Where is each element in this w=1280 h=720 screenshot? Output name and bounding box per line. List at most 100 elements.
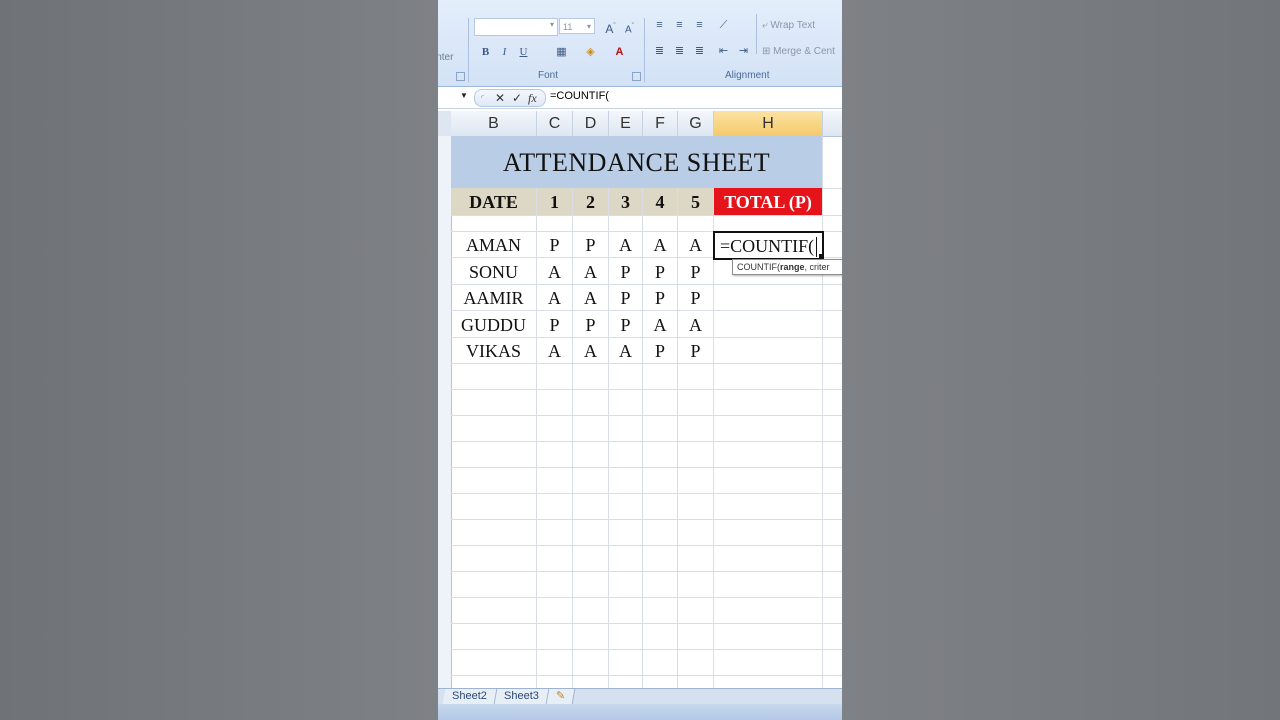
grid-line — [642, 136, 643, 688]
insert-function-icon[interactable]: fx — [528, 90, 537, 106]
status-bar — [438, 704, 842, 720]
attendance-cell[interactable]: A — [678, 311, 713, 337]
clipboard-launcher-icon[interactable] — [456, 72, 465, 81]
attendance-cell[interactable]: P — [678, 258, 713, 284]
formula-input[interactable]: =COUNTIF( — [550, 90, 609, 102]
name-cell[interactable]: VIKAS — [451, 337, 536, 363]
chevron-icon[interactable]: ◜ — [481, 90, 484, 106]
attendance-cell[interactable]: P — [609, 311, 642, 337]
right-backdrop — [842, 0, 1280, 720]
borders-icon[interactable]: ▦ — [552, 44, 571, 61]
attendance-cell[interactable]: P — [573, 311, 608, 337]
align-right-icon[interactable]: ≣ — [690, 43, 709, 60]
align-left-icon[interactable]: ≣ — [650, 43, 669, 60]
column-header-f[interactable]: F — [643, 111, 678, 137]
attendance-cell[interactable]: P — [537, 231, 572, 257]
attendance-cell[interactable]: P — [678, 284, 713, 310]
ribbon: inter ▾ 11 ▾ Aˆ Aˇ B I U ▦ ◈ A Font ≡ ≡ … — [438, 0, 842, 87]
header-day-5[interactable]: 5 — [678, 188, 713, 215]
formula-bar: ▼ ◜ ✕ ✓ fx =COUNTIF( — [438, 87, 842, 109]
attendance-cell[interactable]: A — [609, 337, 642, 363]
insert-sheet-icon[interactable]: ✎ — [546, 689, 576, 704]
chevron-down-icon[interactable]: ▾ — [550, 20, 554, 29]
increase-indent-icon[interactable]: ⇥ — [734, 43, 753, 60]
grid-line — [451, 649, 842, 650]
header-date[interactable]: DATE — [451, 188, 536, 215]
attendance-cell[interactable]: P — [609, 284, 642, 310]
column-header-g[interactable]: G — [678, 111, 714, 137]
bold-button[interactable]: B — [476, 44, 495, 61]
align-top-icon[interactable]: ≡ — [650, 17, 669, 34]
font-color-icon[interactable]: A — [610, 44, 629, 61]
grid-line — [451, 545, 842, 546]
name-cell[interactable]: AMAN — [451, 231, 536, 257]
font-launcher-icon[interactable] — [632, 72, 641, 81]
function-tooltip[interactable]: COUNTIF(range, criter — [732, 259, 842, 275]
column-header-c[interactable]: C — [537, 111, 573, 137]
wrap-text-label: Wrap Text — [770, 20, 816, 31]
group-separator — [468, 18, 469, 82]
attendance-cell[interactable]: A — [537, 258, 572, 284]
align-bottom-icon[interactable]: ≡ — [690, 17, 709, 34]
attendance-cell[interactable]: A — [537, 337, 572, 363]
attendance-cell[interactable]: A — [537, 284, 572, 310]
attendance-cell[interactable]: P — [573, 231, 608, 257]
attendance-cell[interactable]: A — [643, 231, 677, 257]
name-cell[interactable]: SONU — [451, 258, 536, 284]
chevron-down-icon[interactable]: ▾ — [587, 19, 591, 35]
font-size-box[interactable]: 11 ▾ — [559, 18, 595, 34]
align-middle-icon[interactable]: ≡ — [670, 17, 689, 34]
column-header-e[interactable]: E — [609, 111, 643, 137]
grow-font-icon[interactable]: Aˆ — [601, 18, 620, 36]
attendance-cell[interactable]: A — [573, 337, 608, 363]
column-header-d[interactable]: D — [573, 111, 609, 137]
active-cell-h[interactable]: =COUNTIF( — [713, 231, 824, 260]
grid-line — [451, 441, 842, 442]
header-day-1[interactable]: 1 — [537, 188, 572, 215]
header-day-3[interactable]: 3 — [609, 188, 642, 215]
fill-color-icon[interactable]: ◈ — [581, 44, 600, 61]
column-header-i[interactable] — [823, 111, 842, 137]
attendance-cell[interactable]: A — [573, 284, 608, 310]
attendance-cell[interactable]: P — [537, 311, 572, 337]
merge-center-button[interactable]: ⊞ Merge & Cent — [762, 46, 835, 57]
grid-line — [451, 623, 842, 624]
attendance-cell[interactable]: A — [643, 311, 677, 337]
name-box-dropdown-icon[interactable]: ▼ — [460, 91, 468, 100]
grid-line — [451, 389, 842, 390]
grid-line — [677, 136, 678, 688]
orientation-icon[interactable]: ⟋ — [714, 17, 733, 34]
shrink-font-icon[interactable]: Aˇ — [620, 18, 639, 35]
italic-button[interactable]: I — [495, 44, 514, 61]
underline-button[interactable]: U — [514, 44, 533, 61]
header-day-4[interactable]: 4 — [643, 188, 677, 215]
header-day-2[interactable]: 2 — [573, 188, 608, 215]
attendance-cell[interactable]: A — [678, 231, 713, 257]
attendance-cell[interactable]: P — [643, 284, 677, 310]
decrease-indent-icon[interactable]: ⇤ — [714, 43, 733, 60]
column-header-h[interactable]: H — [714, 111, 823, 137]
attendance-cell[interactable]: P — [678, 337, 713, 363]
enter-icon[interactable]: ✓ — [512, 90, 522, 106]
attendance-cell[interactable]: A — [609, 231, 642, 257]
select-all-corner[interactable] — [438, 111, 452, 137]
sheet-title[interactable]: ATTENDANCE SHEET — [451, 136, 822, 188]
font-name-box[interactable]: ▾ — [474, 18, 558, 36]
font-size-value: 11 — [563, 22, 573, 32]
attendance-cell[interactable]: P — [643, 258, 677, 284]
name-cell[interactable]: GUDDU — [451, 311, 536, 337]
wrap-text-button[interactable]: ⤶ Wrap Text — [762, 20, 815, 31]
merge-center-label: Merge & Cent — [773, 46, 835, 57]
row-headers[interactable] — [438, 136, 452, 688]
align-center-icon[interactable]: ≣ — [670, 43, 689, 60]
tab-sheet3[interactable]: Sheet3 — [494, 689, 550, 704]
attendance-cell[interactable]: P — [643, 337, 677, 363]
format-painter-label[interactable]: inter — [438, 52, 453, 63]
attendance-cell[interactable]: P — [609, 258, 642, 284]
cancel-icon[interactable]: ✕ — [495, 90, 505, 106]
name-cell[interactable]: AAMIR — [451, 284, 536, 310]
header-total[interactable]: TOTAL (P) — [714, 188, 822, 215]
tab-sheet2[interactable]: Sheet2 — [442, 689, 498, 704]
column-header-b[interactable]: B — [451, 111, 537, 137]
attendance-cell[interactable]: A — [573, 258, 608, 284]
